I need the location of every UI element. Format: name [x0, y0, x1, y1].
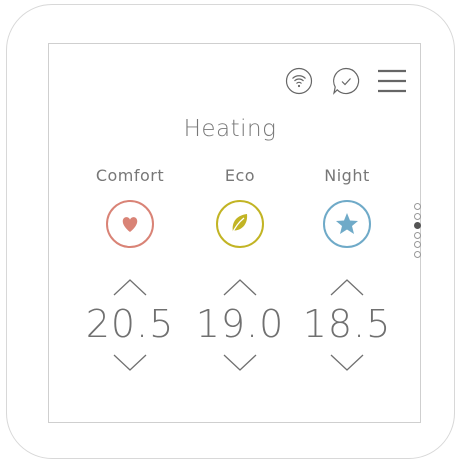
page-dot[interactable] [414, 231, 421, 239]
page-dot[interactable] [414, 212, 421, 220]
wifi-icon[interactable] [284, 66, 314, 96]
mode-column-eco: Eco 19.0 [185, 166, 295, 373]
decrease-comfort-button[interactable] [112, 353, 148, 373]
page-dot[interactable] [414, 203, 421, 210]
page-dot[interactable] [414, 250, 421, 258]
increase-night-button[interactable] [329, 277, 365, 297]
increase-eco-button[interactable] [222, 277, 258, 297]
mode-label: Eco [224, 166, 256, 185]
mode-label: Night [324, 166, 370, 185]
page-dot[interactable] [414, 241, 421, 248]
heart-icon[interactable] [105, 199, 155, 249]
comfort-temperature: 20.5 [85, 302, 175, 346]
mode-column-night: Night 18.5 [292, 166, 402, 373]
mode-column-comfort: Comfort 20.5 [75, 166, 185, 373]
night-temperature: 18.5 [302, 302, 392, 346]
page-dot[interactable] [414, 222, 421, 229]
decrease-night-button[interactable] [329, 353, 365, 373]
increase-comfort-button[interactable] [112, 277, 148, 297]
chat-check-icon[interactable] [331, 66, 361, 96]
hamburger-menu-icon[interactable] [376, 68, 408, 94]
leaf-icon[interactable] [215, 199, 265, 249]
star-icon[interactable] [322, 199, 372, 249]
decrease-eco-button[interactable] [222, 353, 258, 373]
mode-label: Comfort [95, 166, 165, 185]
page-title: Heating [183, 116, 277, 142]
eco-temperature: 19.0 [195, 302, 285, 346]
page-indicator [414, 203, 424, 260]
